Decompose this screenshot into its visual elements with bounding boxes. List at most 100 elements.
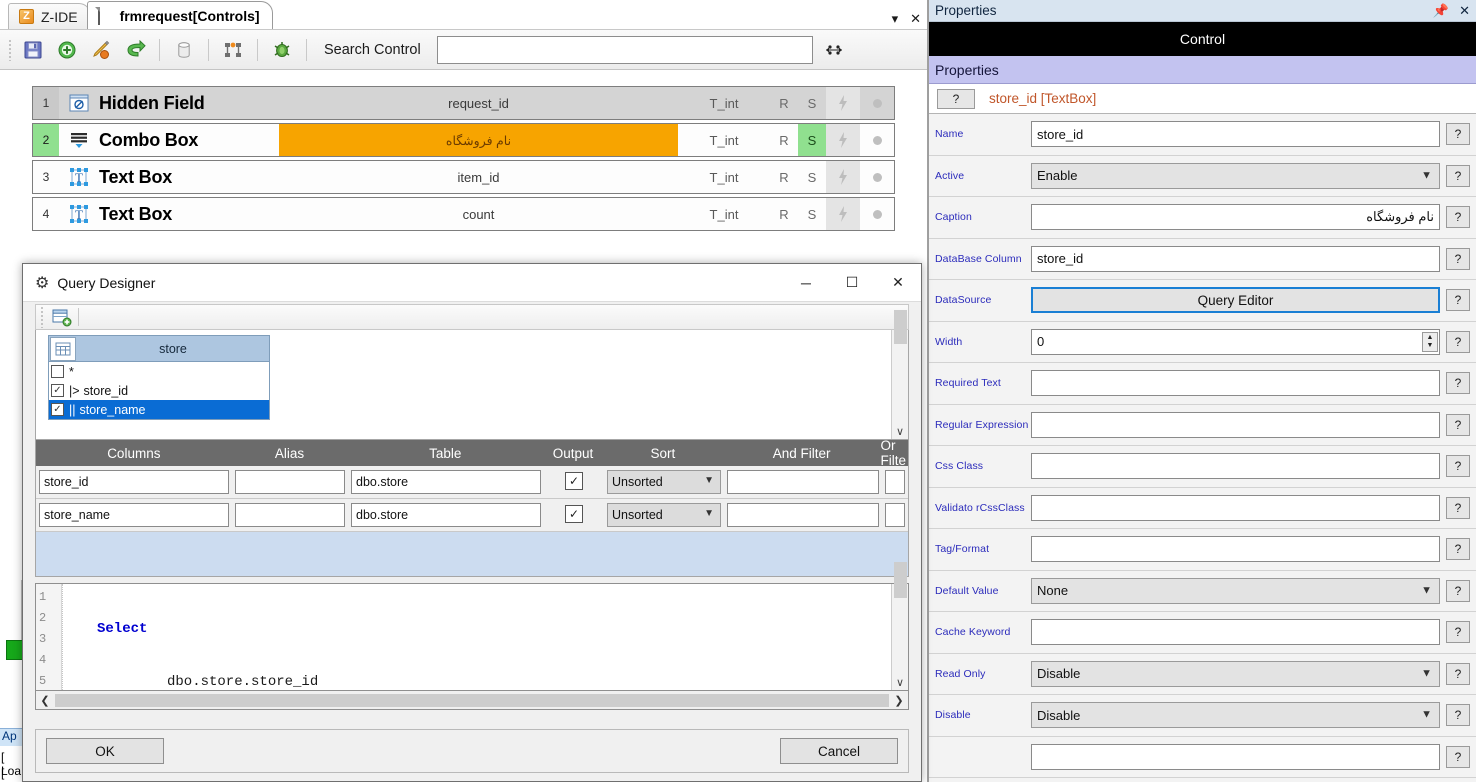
or-filter-field[interactable] <box>885 470 905 494</box>
column-field[interactable] <box>39 470 229 494</box>
help-button[interactable]: ? <box>1446 455 1470 478</box>
active-select[interactable]: Enable ▼ <box>1031 162 1440 189</box>
table-field[interactable] <box>351 470 541 494</box>
help-button[interactable]: ? <box>1446 496 1470 519</box>
dialog-title-bar[interactable]: ⚙ Query Designer ─ ☐ ✕ <box>23 264 921 302</box>
event-icon[interactable] <box>826 124 860 156</box>
help-button[interactable]: ? <box>1446 621 1470 644</box>
header-or-filter[interactable]: Or Filte <box>881 438 909 468</box>
width-field[interactable] <box>1031 328 1440 355</box>
property-field[interactable] <box>1031 453 1440 480</box>
help-button[interactable]: ? <box>1446 579 1470 602</box>
css-class-field[interactable] <box>1031 453 1440 480</box>
column-field[interactable] <box>39 503 229 527</box>
help-button[interactable]: ? <box>937 88 975 109</box>
toolbar-grip[interactable] <box>8 38 12 61</box>
save-icon[interactable] <box>20 37 46 63</box>
property-field[interactable] <box>1031 204 1440 231</box>
required-text-field[interactable] <box>1031 370 1440 397</box>
search-input[interactable] <box>436 35 813 64</box>
property-field[interactable]: ▲▼ <box>1031 328 1440 355</box>
output-tab-application[interactable]: Ap <box>0 728 22 746</box>
add-icon[interactable] <box>54 37 80 63</box>
and-filter-field[interactable] <box>727 503 879 527</box>
table-row[interactable]: 1 Hidden Field request_id T_int R S <box>32 86 895 120</box>
partial-field[interactable] <box>1031 743 1440 770</box>
validator-css-class-field[interactable] <box>1031 494 1440 521</box>
tab-frmrequest-controls[interactable]: frmrequest[Controls] <box>86 1 273 29</box>
header-columns[interactable]: Columns <box>36 440 232 466</box>
horizontal-scrollbar[interactable]: ❮ ❯ <box>35 691 909 710</box>
property-field[interactable] <box>1031 245 1440 272</box>
header-output[interactable]: Output <box>543 440 603 466</box>
search-flag[interactable]: S <box>798 198 826 230</box>
header-and-filter[interactable]: And Filter <box>723 440 881 466</box>
chevron-down-icon[interactable]: ▾ <box>892 12 899 25</box>
close-button[interactable]: ✕ <box>875 264 921 301</box>
query-editor-button[interactable]: Query Editor <box>1031 287 1440 314</box>
scroll-thumb[interactable] <box>55 693 889 707</box>
quantity-stepper[interactable]: ▲ ▼ <box>1422 331 1438 352</box>
help-button[interactable]: ? <box>1446 662 1470 685</box>
move-icon[interactable] <box>821 37 847 63</box>
help-button[interactable]: ? <box>1446 372 1470 395</box>
list-item[interactable]: ✓ || store_name <box>49 400 269 419</box>
regular-expression-field[interactable] <box>1031 411 1440 438</box>
help-button[interactable]: ? <box>1446 745 1470 768</box>
add-table-icon[interactable] <box>50 307 72 327</box>
search-input-field[interactable] <box>437 36 812 63</box>
alias-field[interactable] <box>235 470 345 494</box>
checkbox[interactable]: ✓ <box>51 403 64 416</box>
database-icon[interactable] <box>171 37 197 63</box>
event-icon[interactable] <box>826 87 860 119</box>
property-field[interactable]: Disable ▼ <box>1031 702 1440 729</box>
required-flag[interactable]: R <box>770 124 798 156</box>
caption-field[interactable] <box>1031 204 1440 231</box>
scrollbar[interactable]: ^ ∨ <box>891 310 908 439</box>
maximize-button[interactable]: ☐ <box>829 264 875 301</box>
table-row[interactable]: 3 T Text Box item_id T_int R S <box>32 160 895 194</box>
help-button[interactable]: ? <box>1446 206 1470 229</box>
sql-text[interactable]: Select dbo.store.store_id , dbo.store.st… <box>62 584 891 690</box>
search-flag[interactable]: S <box>798 161 826 193</box>
sort-select[interactable]: Unsorted ▼ <box>607 470 721 494</box>
minimize-button[interactable]: ─ <box>783 264 829 301</box>
required-flag[interactable]: R <box>770 87 798 119</box>
help-button[interactable]: ? <box>1446 413 1470 436</box>
relations-icon[interactable] <box>220 37 246 63</box>
edit-icon[interactable] <box>88 37 114 63</box>
required-flag[interactable]: R <box>770 198 798 230</box>
property-field[interactable] <box>1031 411 1440 438</box>
table-box-header[interactable]: store <box>49 336 269 362</box>
required-flag[interactable]: R <box>770 161 798 193</box>
name-field[interactable] <box>1031 121 1440 148</box>
header-table[interactable]: Table <box>347 440 543 466</box>
pin-icon[interactable]: 📌 <box>1433 3 1449 19</box>
scrollbar[interactable]: ^ ∨ <box>891 562 908 690</box>
table-row[interactable]: 2 Combo Box نام فروشگاه T_int R S <box>32 123 895 157</box>
table-box-store[interactable]: store * ✓ |> store_id ✓ || store_name <box>48 335 270 420</box>
property-field[interactable]: Disable ▼ <box>1031 660 1440 687</box>
cache-keyword-field[interactable] <box>1031 619 1440 646</box>
property-field[interactable]: Enable ▼ <box>1031 162 1440 189</box>
help-button[interactable]: ? <box>1446 164 1470 187</box>
checkbox[interactable]: ✓ <box>51 384 64 397</box>
help-button[interactable]: ? <box>1446 704 1470 727</box>
or-filter-field[interactable] <box>885 503 905 527</box>
search-flag[interactable]: S <box>798 87 826 119</box>
property-field[interactable] <box>1031 370 1440 397</box>
help-button[interactable]: ? <box>1446 123 1470 146</box>
scroll-left-icon[interactable]: ❮ <box>36 694 54 707</box>
scroll-right-icon[interactable]: ❯ <box>890 694 908 707</box>
property-field[interactable] <box>1031 494 1440 521</box>
list-item[interactable]: ✓ |> store_id <box>49 381 269 400</box>
event-icon[interactable] <box>826 161 860 193</box>
list-item[interactable]: * <box>49 362 269 381</box>
event-icon[interactable] <box>826 198 860 230</box>
alias-field[interactable] <box>235 503 345 527</box>
and-filter-field[interactable] <box>727 470 879 494</box>
default-value-select[interactable]: None ▼ <box>1031 577 1440 604</box>
property-field[interactable] <box>1031 121 1440 148</box>
tab-z-ide[interactable]: Z Z-IDE <box>8 3 91 29</box>
scroll-down-icon[interactable]: ∨ <box>896 676 904 690</box>
